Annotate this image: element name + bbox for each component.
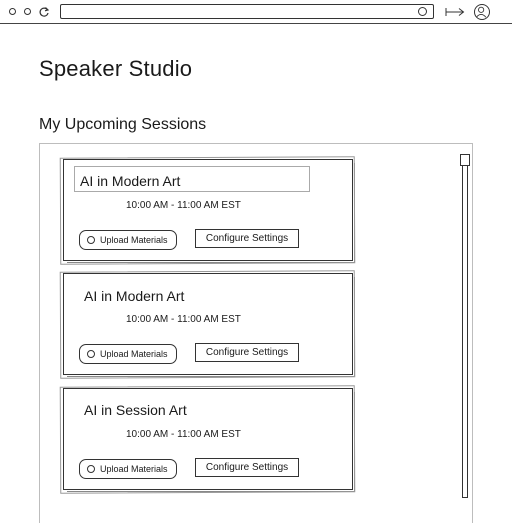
scrollbar-thumb[interactable] bbox=[460, 154, 470, 166]
session-card: AI in Session Art 10:00 AM - 11:00 AM ES… bbox=[63, 388, 353, 490]
section-title: My Upcoming Sessions bbox=[39, 116, 207, 133]
forward-arrow-icon[interactable] bbox=[444, 5, 466, 19]
upload-materials-label: Upload Materials bbox=[100, 349, 168, 359]
window-close-icon[interactable] bbox=[9, 8, 16, 15]
radio-icon bbox=[87, 236, 95, 244]
radio-icon bbox=[87, 465, 95, 473]
configure-settings-button[interactable]: Configure Settings bbox=[195, 458, 299, 477]
upload-materials-label: Upload Materials bbox=[100, 235, 168, 245]
upload-materials-button[interactable]: Upload Materials bbox=[79, 344, 177, 364]
page-title: Speaker Studio bbox=[39, 56, 193, 81]
session-time: 10:00 AM - 11:00 AM EST bbox=[126, 314, 241, 325]
session-time: 10:00 AM - 11:00 AM EST bbox=[126, 200, 241, 211]
session-title: AI in Modern Art bbox=[80, 173, 181, 189]
window-minimize-icon[interactable] bbox=[24, 8, 31, 15]
profile-avatar-icon[interactable] bbox=[474, 4, 490, 20]
sessions-list: AI in Modern Art 10:00 AM - 11:00 AM EST… bbox=[39, 143, 473, 523]
address-bar-circle-icon[interactable] bbox=[418, 7, 427, 16]
configure-settings-button[interactable]: Configure Settings bbox=[195, 343, 299, 362]
browser-toolbar bbox=[0, 0, 512, 24]
session-card: AI in Modern Art 10:00 AM - 11:00 AM EST… bbox=[63, 273, 353, 375]
address-bar[interactable] bbox=[60, 4, 434, 19]
reload-icon[interactable] bbox=[38, 6, 50, 18]
upload-materials-button[interactable]: Upload Materials bbox=[79, 459, 177, 479]
session-title: AI in Modern Art bbox=[84, 288, 185, 304]
upload-materials-label: Upload Materials bbox=[100, 464, 168, 474]
session-time: 10:00 AM - 11:00 AM EST bbox=[126, 429, 241, 440]
session-title: AI in Session Art bbox=[84, 402, 187, 418]
configure-settings-button[interactable]: Configure Settings bbox=[195, 229, 299, 248]
scrollbar-track[interactable] bbox=[462, 154, 468, 498]
upload-materials-button[interactable]: Upload Materials bbox=[79, 230, 177, 250]
radio-icon bbox=[87, 350, 95, 358]
session-card: AI in Modern Art 10:00 AM - 11:00 AM EST… bbox=[63, 159, 353, 261]
